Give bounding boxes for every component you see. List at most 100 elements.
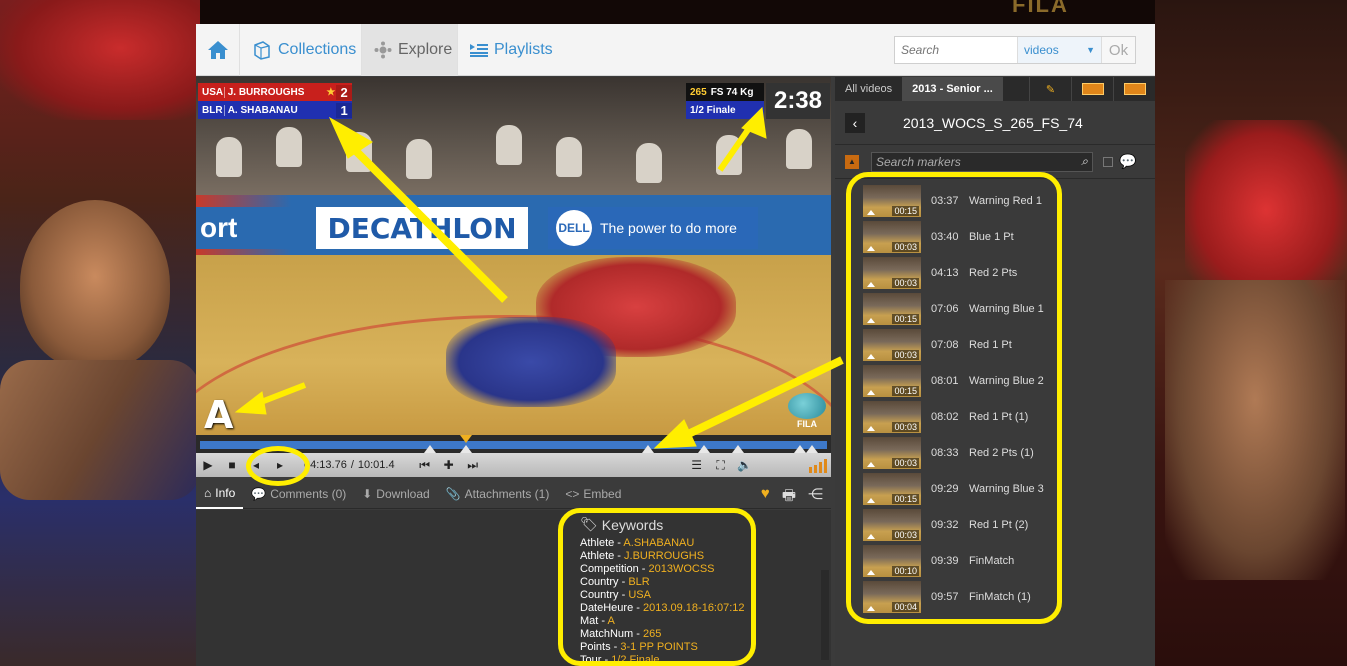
scoreboard-blue-row: BLR A. SHABANAU 1: [198, 101, 352, 119]
nav-explore[interactable]: Explore: [362, 24, 458, 76]
timeline-marker[interactable]: [698, 445, 710, 453]
scoreboard: USA J. BURROUGHS ★ 2 BLR A. SHABANAU 1: [198, 83, 352, 119]
play-button[interactable]: ▶: [196, 453, 220, 477]
caret-down-icon: ▼: [1086, 45, 1095, 55]
fila-watermark: FILA: [786, 393, 828, 433]
dell-slogan: The power to do more: [600, 220, 737, 236]
playhead[interactable]: [460, 435, 472, 443]
home-icon: ⌂: [204, 485, 212, 500]
current-time: 04:13.76: [304, 459, 347, 471]
timeline-marker[interactable]: [732, 445, 744, 453]
video-view-icon[interactable]: [1113, 77, 1155, 101]
match-clock: 2:38: [766, 83, 830, 119]
marker-checkbox[interactable]: [1103, 156, 1113, 167]
tab-info[interactable]: ⌂ Info: [196, 479, 244, 509]
red-points: 2: [336, 84, 352, 100]
background-wrestler-face: [20, 200, 170, 370]
timeline-marker[interactable]: [424, 445, 436, 453]
weight-class: FS 74 Kg: [710, 86, 754, 98]
background-red-singlet: [1185, 120, 1347, 300]
pencil-icon[interactable]: ✎: [1029, 77, 1071, 101]
search-bar: videos ▼ Ok: [894, 36, 1136, 64]
grid-view-icon[interactable]: [1071, 77, 1113, 101]
next-marker-button[interactable]: ⏭: [461, 453, 485, 477]
wrestler-blue: [446, 317, 616, 407]
comment-icon: 💬: [251, 486, 267, 501]
previous-marker-button[interactable]: ⏮: [413, 453, 437, 477]
volume-level[interactable]: [809, 457, 827, 473]
nav-home[interactable]: [196, 24, 240, 76]
right-panel-tabs: All videos 2013 - Senior ... ✎: [835, 77, 1155, 101]
crowd-person: [346, 132, 372, 172]
download-icon: ⬇: [362, 486, 373, 501]
video-title: 2013_WOCS_S_265_FS_74: [903, 114, 1083, 131]
background-top: FILA: [200, 0, 1155, 24]
search-scope-value: videos: [1024, 43, 1059, 57]
nav-playlists[interactable]: Playlists: [458, 24, 562, 76]
scoreboard-red-row: USA J. BURROUGHS ★ 2: [198, 83, 352, 101]
crowd-person: [276, 127, 302, 167]
crowd-person: [556, 137, 582, 177]
nav-collections-label: Collections: [278, 41, 357, 58]
star-icon: ★: [326, 86, 336, 98]
print-icon[interactable]: 🖶: [782, 485, 796, 510]
background-wrestler-body: [1165, 280, 1345, 580]
search-input[interactable]: [895, 37, 1017, 63]
ad-board-decathlon: DECATHLON: [316, 207, 528, 249]
globe-icon: [788, 393, 826, 419]
background-left-photo: [0, 0, 200, 666]
tab-all-videos[interactable]: All videos: [835, 77, 902, 101]
add-favorite-icon[interactable]: ♥: [761, 485, 770, 510]
back-icon[interactable]: ‹: [845, 112, 865, 133]
time-separator: /: [350, 459, 354, 471]
tab-attachments[interactable]: 📎 Attachments (1): [438, 479, 558, 509]
mat-letter: A: [204, 393, 234, 435]
search-scope-select[interactable]: videos ▼: [1017, 37, 1101, 63]
background-right-photo: [1155, 0, 1347, 666]
bout-info: 265 FS 74 Kg 1/2 Finale: [686, 83, 764, 119]
video-player[interactable]: ort DECATHLON DELL The power to do more …: [196, 77, 831, 435]
blue-points: 1: [336, 102, 352, 118]
code-icon: <>: [565, 486, 580, 501]
stop-button[interactable]: ■: [220, 453, 244, 477]
nav-collections[interactable]: Collections: [240, 24, 362, 76]
dell-logo: DELL: [556, 210, 592, 246]
crowd-person: [636, 143, 662, 183]
timeline-marker[interactable]: [806, 445, 818, 453]
tab-collection[interactable]: 2013 - Senior ...: [902, 77, 1003, 101]
annotation-keywords-highlight: [558, 508, 756, 666]
search-icon: ⌕: [1081, 154, 1088, 168]
timeline-marker[interactable]: [642, 445, 654, 453]
ad-board-left: ort: [196, 207, 306, 249]
timeline-marker[interactable]: [794, 445, 806, 453]
background-red-shape: [0, 0, 200, 120]
blue-country: BLR: [202, 104, 223, 116]
collections-icon: [252, 40, 272, 60]
tab-embed[interactable]: <> Embed: [557, 479, 629, 509]
top-navigation: Collections Explore Playlists videos ▼ O…: [196, 24, 1155, 76]
timeline-marker[interactable]: [460, 445, 472, 453]
fullscreen-button[interactable]: ⛶: [709, 453, 733, 477]
share-icon[interactable]: ⋲: [808, 485, 823, 510]
background-wrestler-arm: [0, 360, 200, 500]
info-scrollbar[interactable]: [821, 570, 829, 660]
tab-comments[interactable]: 💬 Comments (0): [243, 479, 354, 509]
video-ad-boards: ort DECATHLON DELL The power to do more: [196, 195, 831, 257]
crowd-person: [786, 129, 812, 169]
paperclip-icon: 📎: [445, 486, 461, 501]
explore-icon: [374, 41, 392, 59]
search-ok-button[interactable]: Ok: [1101, 37, 1135, 63]
comment-bubble-icon[interactable]: 💬: [1119, 153, 1136, 170]
crowd-person: [716, 135, 742, 175]
marker-search-input[interactable]: Search markers ⌕: [871, 151, 1093, 172]
blue-athlete-name: A. SHABANAU: [223, 104, 327, 116]
volume-button[interactable]: 🔈: [733, 453, 757, 477]
nav-explore-label: Explore: [398, 41, 453, 58]
crowd-person: [216, 137, 242, 177]
video-title-bar: ‹ 2013_WOCS_S_265_FS_74: [835, 101, 1155, 145]
red-country: USA: [202, 86, 224, 98]
tab-download[interactable]: ⬇ Download: [354, 479, 437, 509]
add-marker-button[interactable]: ✚: [437, 453, 461, 477]
playlist-toggle-button[interactable]: ☰: [685, 453, 709, 477]
sort-icon[interactable]: ▲: [845, 154, 859, 169]
